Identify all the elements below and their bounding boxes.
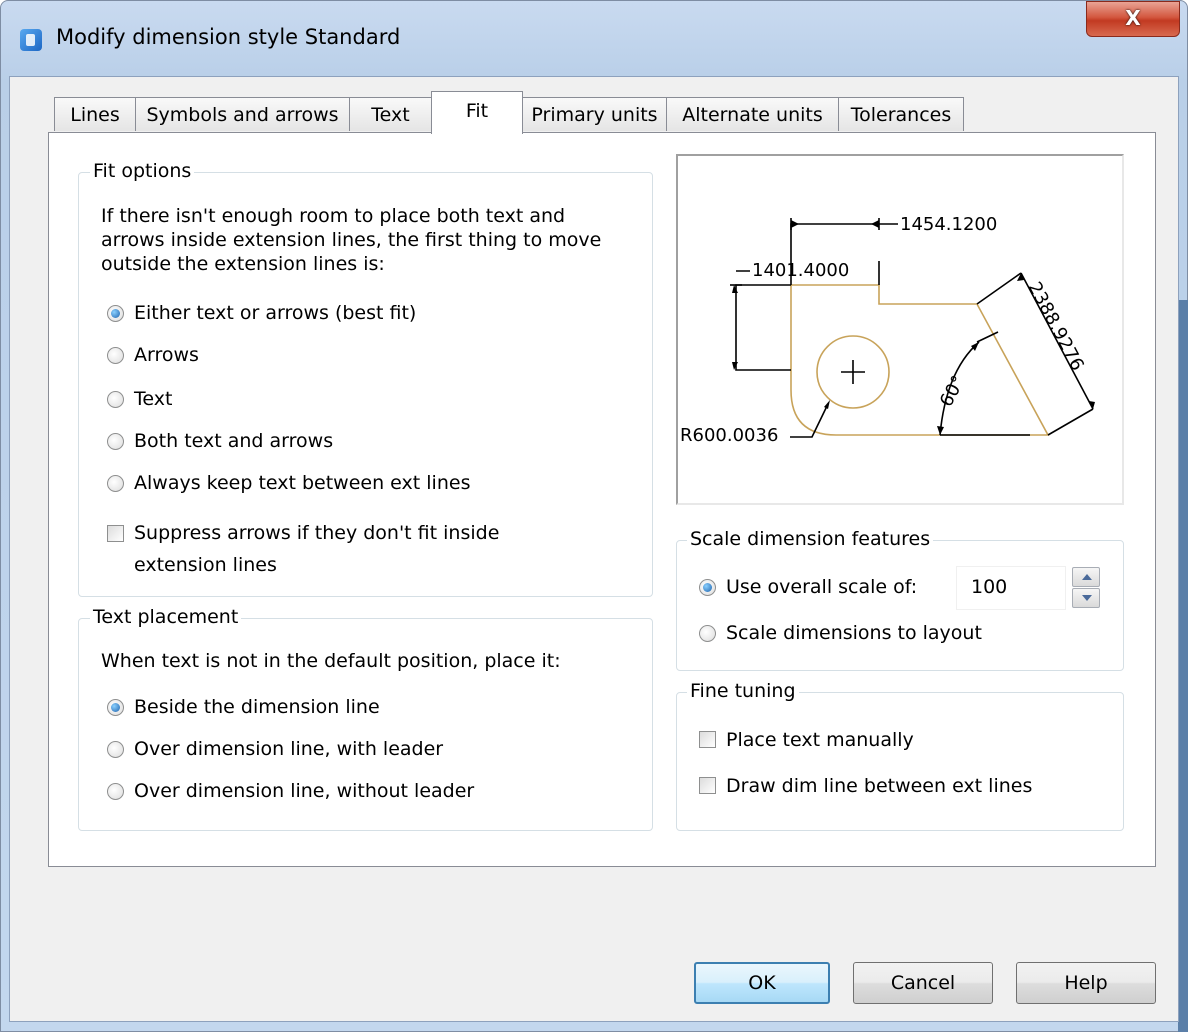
arrow-left-top xyxy=(732,285,738,293)
arrow-top-right xyxy=(871,220,879,228)
cancel-button[interactable]: Cancel xyxy=(853,962,993,1004)
fit-options-description-line-2: arrows inside extension lines, the first… xyxy=(101,229,602,251)
preview-dimensions xyxy=(730,218,1094,438)
arrow-left-bottom xyxy=(732,362,738,370)
tab-fit[interactable]: Fit xyxy=(431,91,523,134)
dimension-preview: 1454.1200 1401.4000 2388.9276 60° R600.0… xyxy=(676,154,1124,505)
desktop-background xyxy=(1178,300,1188,1032)
text-placement-description: When text is not in the default position… xyxy=(101,650,561,672)
radio-label-over-without-leader[interactable]: Over dimension line, without leader xyxy=(134,780,474,802)
checkbox-label-suppress-arrows-line-2[interactable]: extension lines xyxy=(134,554,277,576)
overall-scale-input[interactable]: 100 xyxy=(956,566,1066,610)
radio-label-use-overall-scale[interactable]: Use overall scale of: xyxy=(726,576,917,598)
tab-symbols-and-arrows[interactable]: Symbols and arrows xyxy=(135,97,350,131)
checkbox-label-draw-dim-line[interactable]: Draw dim line between ext lines xyxy=(726,775,1032,797)
scale-spin-down-button[interactable] xyxy=(1072,588,1100,608)
radio-over-with-leader[interactable] xyxy=(107,741,124,758)
ok-button[interactable]: OK xyxy=(694,962,830,1004)
preview-arrows xyxy=(732,220,1095,435)
radio-scale-to-layout[interactable] xyxy=(699,625,716,642)
spin-down-icon xyxy=(1082,595,1092,601)
tab-text[interactable]: Text xyxy=(349,97,432,131)
radio-label-both-text-and-arrows[interactable]: Both text and arrows xyxy=(134,430,333,452)
tab-lines[interactable]: Lines xyxy=(54,97,136,131)
fit-options-description-line-1: If there isn't enough room to place both… xyxy=(101,205,566,227)
radio-always-keep-text-between[interactable] xyxy=(107,475,124,492)
radio-label-beside-dimension-line[interactable]: Beside the dimension line xyxy=(134,696,380,718)
radio-over-without-leader[interactable] xyxy=(107,783,124,800)
checkbox-label-place-text-manually[interactable]: Place text manually xyxy=(726,729,914,751)
hole-center-mark xyxy=(841,360,865,384)
fine-tuning-group xyxy=(676,692,1124,831)
checkbox-label-suppress-arrows-line-1[interactable]: Suppress arrows if they don't fit inside xyxy=(134,522,499,544)
radio-either-text-or-arrows[interactable] xyxy=(107,305,124,322)
window-title: Modify dimension style Standard xyxy=(56,25,401,49)
close-button[interactable]: X xyxy=(1086,1,1180,37)
radio-label-scale-to-layout[interactable]: Scale dimensions to layout xyxy=(726,622,982,644)
app-icon xyxy=(20,29,42,51)
dim-text-radius: R600.0036 xyxy=(680,425,778,446)
arrow-top-left xyxy=(791,220,799,228)
radio-beside-dimension-line[interactable] xyxy=(107,699,124,716)
fit-options-description-line-3: outside the extension lines is: xyxy=(101,253,385,275)
dim-text-angle: 60° xyxy=(936,372,970,410)
radio-text[interactable] xyxy=(107,391,124,408)
radio-arrows[interactable] xyxy=(107,347,124,364)
spin-up-icon xyxy=(1082,574,1092,580)
checkbox-draw-dim-line[interactable] xyxy=(699,777,716,794)
dim-text-left: 1401.4000 xyxy=(752,260,849,281)
scale-spin-up-button[interactable] xyxy=(1072,567,1100,587)
fit-options-label: Fit options xyxy=(90,160,195,182)
part-outline xyxy=(790,284,1050,436)
fine-tuning-label: Fine tuning xyxy=(687,680,799,702)
preview-drawing: 1454.1200 1401.4000 2388.9276 60° R600.0… xyxy=(680,214,1095,446)
dim-text-top: 1454.1200 xyxy=(900,214,997,235)
arrow-radius xyxy=(824,400,830,409)
preview-geometry xyxy=(790,284,1050,436)
checkbox-suppress-arrows[interactable] xyxy=(107,525,124,542)
radio-label-text[interactable]: Text xyxy=(134,388,172,410)
radio-label-over-with-leader[interactable]: Over dimension line, with leader xyxy=(134,738,443,760)
text-placement-label: Text placement xyxy=(90,606,242,628)
tab-tolerances[interactable]: Tolerances xyxy=(838,97,964,131)
tab-primary-units[interactable]: Primary units xyxy=(522,97,667,131)
dim-line-left xyxy=(735,270,791,371)
radio-label-always-keep-text-between[interactable]: Always keep text between ext lines xyxy=(134,472,470,494)
radio-label-arrows[interactable]: Arrows xyxy=(134,344,199,366)
scale-features-label: Scale dimension features xyxy=(687,528,934,550)
radio-label-either-text-or-arrows[interactable]: Either text or arrows (best fit) xyxy=(134,302,416,324)
radio-both-text-and-arrows[interactable] xyxy=(107,433,124,450)
radius-leader xyxy=(790,405,828,438)
checkbox-place-text-manually[interactable] xyxy=(699,731,716,748)
help-button[interactable]: Help xyxy=(1016,962,1156,1004)
arrow-angle-base xyxy=(937,426,944,435)
radio-use-overall-scale[interactable] xyxy=(699,579,716,596)
dim-text-slant: 2388.9276 xyxy=(1024,278,1088,374)
tab-alternate-units[interactable]: Alternate units xyxy=(666,97,839,131)
